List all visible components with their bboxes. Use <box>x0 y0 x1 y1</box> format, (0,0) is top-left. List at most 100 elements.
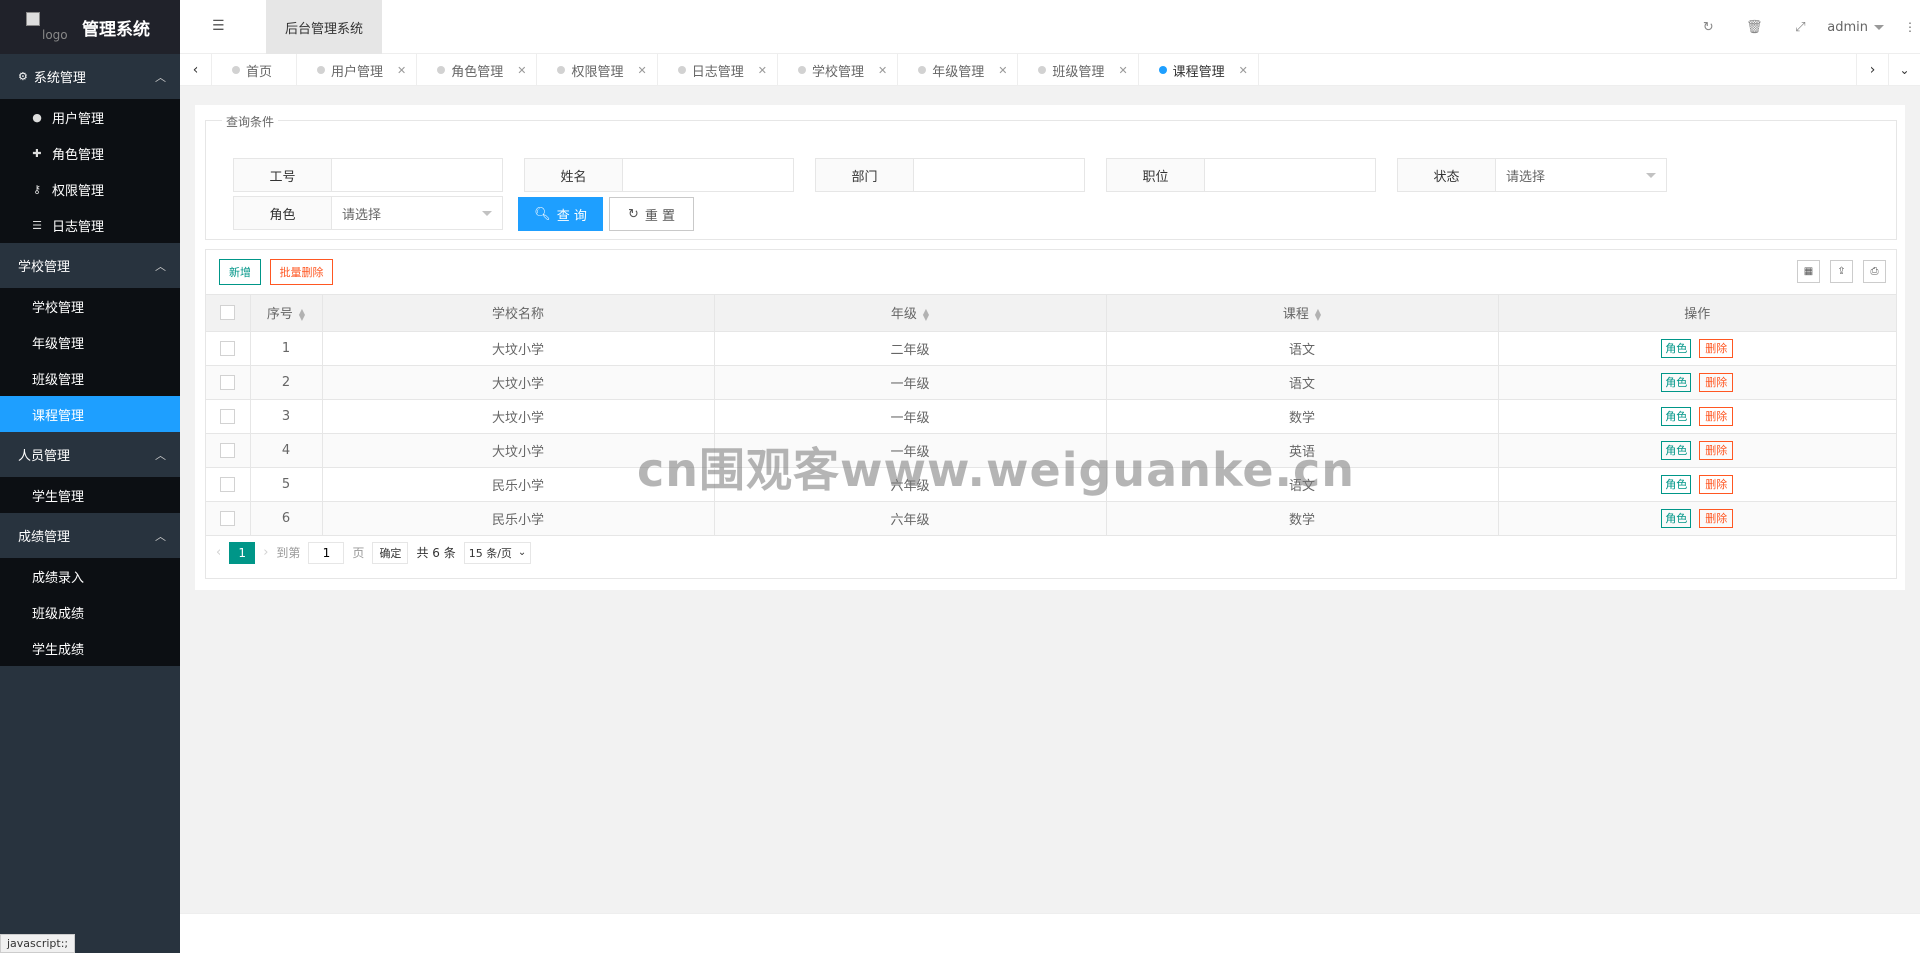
select-all-cell <box>206 295 251 332</box>
dept-input[interactable] <box>913 158 1085 192</box>
close-icon[interactable]: ✕ <box>1118 64 1127 77</box>
sidebar-item-class[interactable]: 班级管理 <box>0 360 180 396</box>
delete-button[interactable]: 删除 <box>1699 440 1734 460</box>
select-all-checkbox[interactable] <box>220 305 236 321</box>
user-menu[interactable]: admin <box>1827 20 1884 35</box>
print-icon[interactable]: ⎙ <box>1863 260 1886 283</box>
row-checkbox[interactable] <box>220 408 236 424</box>
header-nav-tab[interactable]: 后台管理系统 <box>266 0 382 54</box>
page-jump-input[interactable] <box>308 541 345 564</box>
row-checkbox[interactable] <box>220 374 236 390</box>
sidebar-item-class-scores[interactable]: 班级成绩 <box>0 594 180 630</box>
batch-delete-button[interactable]: 批量删除 <box>270 259 333 285</box>
row-checkbox[interactable] <box>220 442 236 458</box>
role-button[interactable]: 角色 <box>1661 440 1692 460</box>
delete-button[interactable]: 删除 <box>1699 508 1734 528</box>
page-jump-ok-button[interactable]: 确定 <box>372 541 409 564</box>
menu-head-system[interactable]: ⚙ 系统管理 ︿ <box>0 54 180 99</box>
col-header-no[interactable]: 序号 ▲ ▼ <box>250 295 323 332</box>
sidebar-item-students[interactable]: 学生管理 <box>0 477 180 513</box>
row-checkbox[interactable] <box>220 340 236 356</box>
col-header-actions: 操作 <box>1498 295 1896 332</box>
more-vertical-icon[interactable]: ⋮ <box>1900 20 1920 34</box>
page-size-select[interactable]: 15 条/页 ⌄ <box>463 541 532 564</box>
cell-school: 民乐小学 <box>322 501 715 536</box>
cell-grade: 二年级 <box>714 331 1107 366</box>
tab-label: 角色管理 <box>451 64 504 80</box>
col-header-grade[interactable]: 年级 ▲ ▼ <box>714 295 1107 332</box>
position-input[interactable] <box>1204 158 1376 192</box>
fullscreen-icon[interactable]: ⤢ <box>1777 20 1823 35</box>
row-checkbox[interactable] <box>220 510 236 526</box>
sort-icon[interactable]: ▲ ▼ <box>1315 307 1321 321</box>
tab-class[interactable]: 班级管理 ✕ <box>1018 54 1139 86</box>
tab-grade[interactable]: 年级管理 ✕ <box>898 54 1019 86</box>
close-icon[interactable]: ✕ <box>998 64 1007 77</box>
sidebar-item-logs[interactable]: ☰ 日志管理 <box>0 207 180 243</box>
form-item-job-no: 工号 <box>233 158 503 192</box>
refresh-icon[interactable]: ↻ <box>1685 20 1731 35</box>
add-button[interactable]: 新增 <box>219 259 261 285</box>
menu-head-scores[interactable]: 成绩管理 ︿ <box>0 513 180 558</box>
export-icon[interactable]: ⇪ <box>1830 260 1853 283</box>
prev-page-icon[interactable]: ‹ <box>216 545 221 560</box>
chevron-down-icon[interactable]: ⌄ <box>1888 54 1920 86</box>
role-button[interactable]: 角色 <box>1661 372 1692 392</box>
tab-course[interactable]: 课程管理 ✕ <box>1139 54 1259 86</box>
delete-button[interactable]: 删除 <box>1699 474 1734 494</box>
close-icon[interactable]: ✕ <box>758 64 767 77</box>
tab-permissions[interactable]: 权限管理 ✕ <box>537 54 658 86</box>
sidebar-item-permissions[interactable]: ⚷ 权限管理 <box>0 171 180 207</box>
close-icon[interactable]: ✕ <box>638 64 647 77</box>
menu-head-school[interactable]: 学校管理 ︿ <box>0 243 180 288</box>
current-page[interactable]: 1 <box>229 541 256 564</box>
close-icon[interactable]: ✕ <box>517 64 526 77</box>
role-select[interactable]: 请选择 <box>331 196 503 230</box>
next-page-icon[interactable]: › <box>263 545 268 560</box>
job-no-input[interactable] <box>331 158 503 192</box>
sidebar-item-course[interactable]: 课程管理 <box>0 396 180 432</box>
row-checkbox[interactable] <box>220 476 236 492</box>
sidebar-item-student-scores[interactable]: 学生成绩 <box>0 630 180 666</box>
key-icon: ⚷ <box>32 182 42 196</box>
trash-icon[interactable]: 🗑 <box>1731 20 1777 35</box>
close-icon[interactable]: ✕ <box>397 64 406 77</box>
tab-roles[interactable]: 角色管理 ✕ <box>417 54 538 86</box>
row-select-cell <box>206 399 251 434</box>
delete-button[interactable]: 删除 <box>1699 372 1734 392</box>
reset-button[interactable]: ↻ 重 置 <box>609 197 694 231</box>
sidebar-item-school[interactable]: 学校管理 <box>0 288 180 324</box>
role-button[interactable]: 角色 <box>1661 338 1692 358</box>
tab-users[interactable]: 用户管理 ✕ <box>297 54 418 86</box>
menu-head-people[interactable]: 人员管理 ︿ <box>0 432 180 477</box>
col-header-school: 学校名称 <box>322 295 715 332</box>
name-input[interactable] <box>622 158 794 192</box>
delete-button[interactable]: 删除 <box>1699 406 1734 426</box>
sidebar-item-users[interactable]: ● 用户管理 <box>0 99 180 135</box>
sort-icon[interactable]: ▲ ▼ <box>299 307 305 321</box>
sidebar-item-roles[interactable]: ✚ 角色管理 <box>0 135 180 171</box>
delete-button[interactable]: 删除 <box>1699 338 1734 358</box>
role-label: 角色 <box>233 196 331 230</box>
role-button[interactable]: 角色 <box>1661 508 1692 528</box>
sort-icon[interactable]: ▲ ▼ <box>923 307 929 321</box>
chevron-left-icon[interactable]: ‹ <box>180 54 212 86</box>
sidebar-item-grade[interactable]: 年级管理 <box>0 324 180 360</box>
sidebar-item-score-entry[interactable]: 成绩录入 <box>0 558 180 594</box>
role-button[interactable]: 角色 <box>1661 406 1692 426</box>
tab-home[interactable]: 首页 <box>212 54 298 86</box>
close-icon[interactable]: ✕ <box>878 64 887 77</box>
status-select[interactable]: 请选择 <box>1495 158 1667 192</box>
chevron-right-icon[interactable]: › <box>1856 54 1888 86</box>
tab-school[interactable]: 学校管理 ✕ <box>778 54 899 86</box>
role-button[interactable]: 角色 <box>1661 474 1692 494</box>
table-row: 3 大坟小学 一年级 数学 角色 删除 <box>206 399 1896 434</box>
pagination: ‹ 1 › 到第 页 确定 共 6 条 15 条/页 ⌄ <box>206 536 1896 570</box>
query-button[interactable]: 🔍︎ 查 询 <box>518 197 603 231</box>
close-icon[interactable]: ✕ <box>1239 64 1248 77</box>
menu-toggle-icon[interactable]: ☰ <box>212 18 228 34</box>
tab-logs[interactable]: 日志管理 ✕ <box>658 54 778 86</box>
row-select-cell <box>206 467 251 502</box>
col-header-course[interactable]: 课程 ▲ ▼ <box>1106 295 1499 332</box>
columns-filter-icon[interactable]: ▦ <box>1797 260 1820 283</box>
